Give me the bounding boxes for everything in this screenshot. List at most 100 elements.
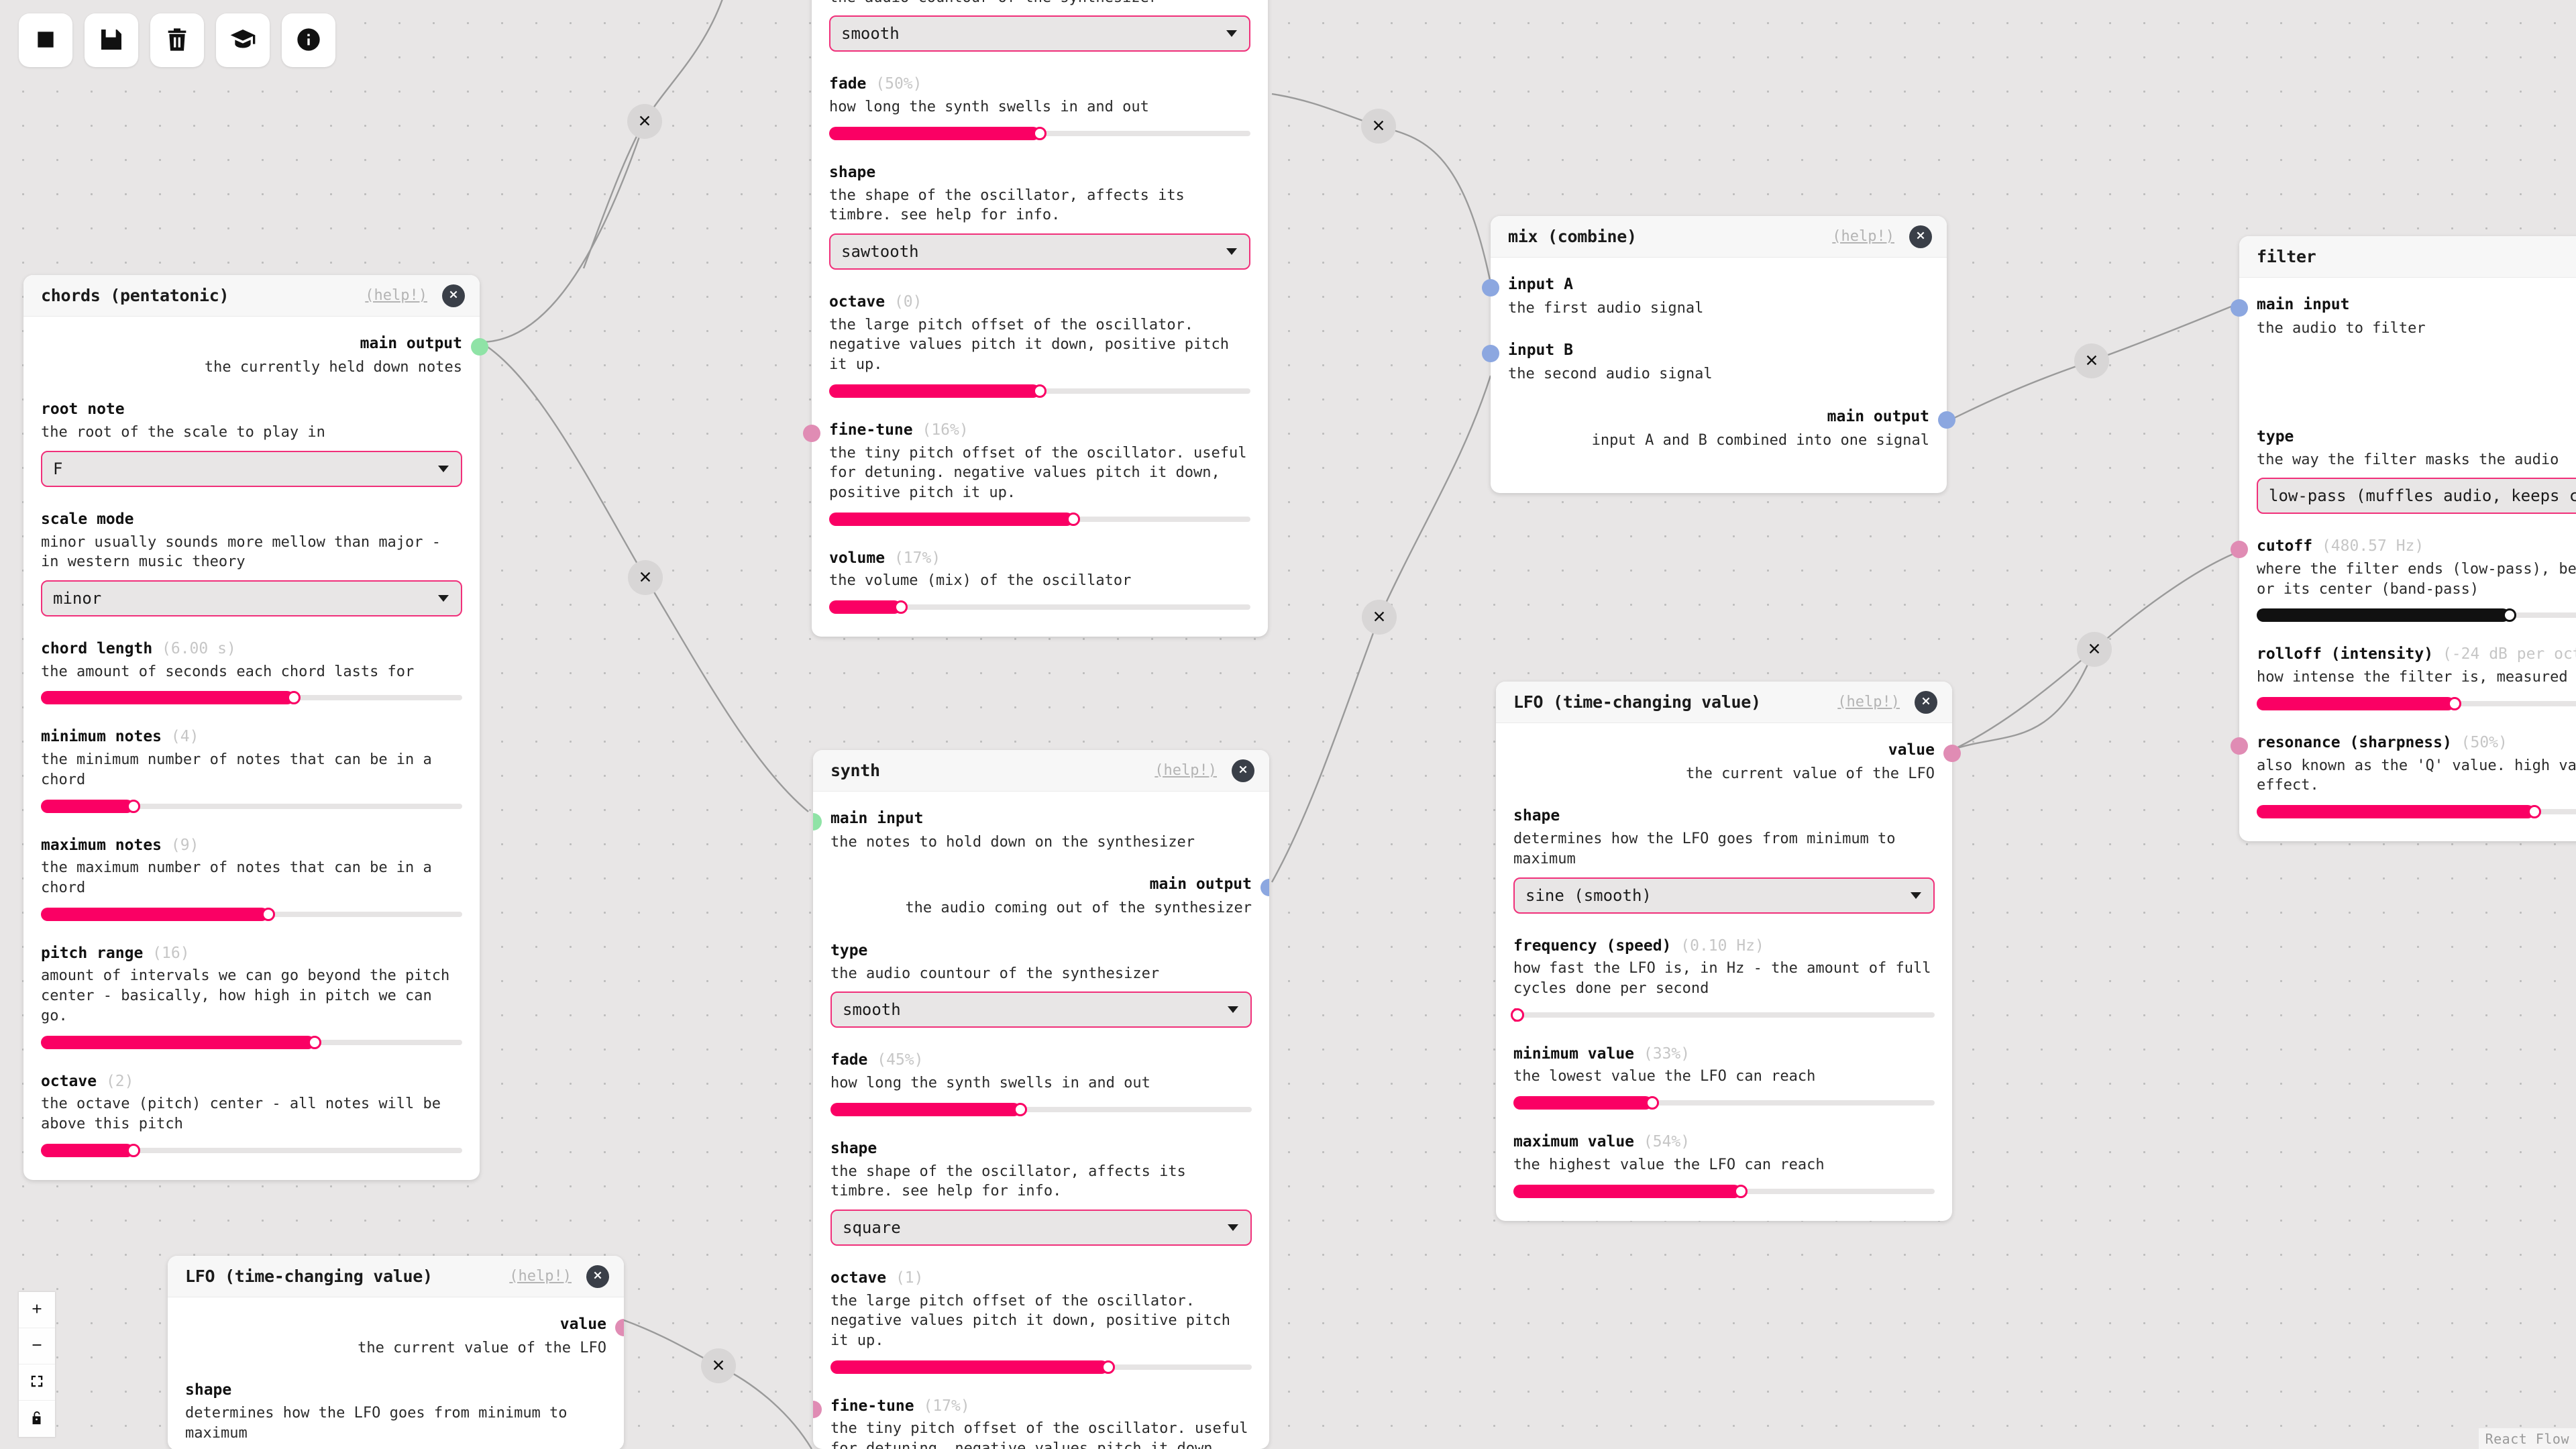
slider-resonance-sharpness[interactable] xyxy=(2257,805,2576,818)
node-header[interactable]: synth (help!) xyxy=(813,750,1269,792)
node-help-link[interactable]: (help!) xyxy=(1155,762,1217,779)
select-type[interactable]: low-pass (muffles audio, keeps c xyxy=(2257,478,2576,515)
node-close-button[interactable] xyxy=(1915,690,1937,714)
select-shape[interactable]: square xyxy=(830,1209,1252,1246)
slider-maximum-notes[interactable] xyxy=(41,907,462,921)
node-help-link[interactable]: (help!) xyxy=(1837,694,1900,710)
param-handle-pink[interactable] xyxy=(803,424,820,442)
slider-knob[interactable] xyxy=(1013,1102,1027,1116)
port-handle-blue[interactable] xyxy=(1482,279,1499,297)
slider-knob[interactable] xyxy=(2502,608,2516,623)
slider-fade[interactable] xyxy=(830,1102,1252,1116)
slider-octave[interactable] xyxy=(41,1143,462,1157)
select-root-note[interactable]: F xyxy=(41,450,462,487)
slider-knob[interactable] xyxy=(1033,384,1046,398)
delete-button[interactable] xyxy=(150,13,204,67)
slider-knob[interactable] xyxy=(2448,696,2462,710)
param-value: (6.00 s) xyxy=(162,640,236,657)
zoom-out-button[interactable] xyxy=(19,1328,55,1364)
slider-knob[interactable] xyxy=(894,600,908,614)
slider-frequency-speed[interactable] xyxy=(1511,1008,1935,1022)
select-type[interactable]: smooth xyxy=(829,15,1250,52)
node-chords[interactable]: chords (pentatonic) (help!) main output the… xyxy=(23,275,488,1180)
param-handle-pink[interactable] xyxy=(813,1400,822,1418)
param-handle-pink[interactable] xyxy=(2231,541,2248,559)
node-close-button[interactable] xyxy=(1909,225,1932,248)
node-lfo-bottom[interactable]: LFO (time-changing value) (help!) value the… xyxy=(168,1256,624,1449)
slider-knob[interactable] xyxy=(262,907,276,921)
port-handle-pink[interactable] xyxy=(615,1319,624,1336)
node-mix[interactable]: mix (combine) (help!) input A the first aud… xyxy=(1482,216,1955,494)
node-header[interactable]: chords (pentatonic) (help!) xyxy=(23,275,480,317)
slider-knob[interactable] xyxy=(286,691,301,705)
edge-delete-button[interactable] xyxy=(628,560,663,595)
stop-button[interactable] xyxy=(19,13,72,67)
node-lfo-right[interactable]: LFO (time-changing value) (help!) value the… xyxy=(1496,682,1961,1221)
slider-pitch-range[interactable] xyxy=(41,1035,462,1049)
edge-delete-button[interactable] xyxy=(2074,343,2109,378)
zoom-in-button[interactable] xyxy=(19,1292,55,1328)
select-scale-mode[interactable]: minor xyxy=(41,580,462,616)
param-handle-pink[interactable] xyxy=(2231,737,2248,755)
info-button[interactable] xyxy=(282,13,335,67)
port-handle-green[interactable] xyxy=(471,338,488,356)
slider-minimum-notes[interactable] xyxy=(41,799,462,813)
port-handle-green[interactable] xyxy=(813,813,822,830)
select-type[interactable]: smooth xyxy=(830,991,1252,1028)
slider-knob[interactable] xyxy=(1067,512,1081,526)
edge-delete-button[interactable] xyxy=(1362,600,1397,635)
attribution[interactable]: React Flow xyxy=(2478,1428,2576,1449)
node-help-link[interactable]: (help!) xyxy=(1832,228,1894,245)
slider-octave[interactable] xyxy=(830,1360,1252,1374)
slider-rolloff-intensity[interactable] xyxy=(2257,696,2576,710)
node-header[interactable]: LFO (time-changing value) (help!) xyxy=(1496,682,1952,723)
port-handle-blue[interactable] xyxy=(1938,411,1955,429)
node-header[interactable]: filter(help!) xyxy=(2239,236,2576,278)
slider-maximum-value[interactable] xyxy=(1513,1184,1935,1198)
slider-knob[interactable] xyxy=(1511,1008,1525,1022)
slider-knob[interactable] xyxy=(1734,1184,1748,1198)
node-help-link[interactable]: (help!) xyxy=(365,287,427,304)
port-handle-blue[interactable] xyxy=(2231,299,2248,317)
node-header[interactable]: mix (combine) (help!) xyxy=(1491,216,1947,258)
slider-knob[interactable] xyxy=(1646,1096,1660,1110)
slider-octave[interactable] xyxy=(829,384,1250,398)
lock-button[interactable] xyxy=(19,1401,55,1437)
port-handle-blue[interactable] xyxy=(1260,879,1269,897)
slider-cutoff[interactable] xyxy=(2257,608,2576,623)
node-synth-top[interactable]: synth(help!)type the audio countour of t… xyxy=(803,0,1268,637)
slider-chord-length[interactable] xyxy=(41,691,462,705)
node-filter[interactable]: filter(help!) main input the audio to filt… xyxy=(2231,236,2576,841)
slider-fine-tune[interactable] xyxy=(829,512,1250,526)
port-handle-blue[interactable] xyxy=(1482,345,1499,363)
node-synth-bottom[interactable]: synth (help!) main input the notes to hold … xyxy=(813,750,1269,1449)
tutorial-button[interactable] xyxy=(216,13,270,67)
slider-knob[interactable] xyxy=(1033,126,1046,140)
select-shape[interactable]: sawtooth xyxy=(829,233,1250,270)
slider-knob[interactable] xyxy=(2528,805,2542,818)
save-button[interactable] xyxy=(85,13,138,67)
port-handle-pink[interactable] xyxy=(1943,745,1961,762)
slider-knob[interactable] xyxy=(1102,1360,1116,1374)
select-shape[interactable]: sine (smooth) xyxy=(1513,877,1935,914)
slider-fade[interactable] xyxy=(829,126,1250,140)
slider-knob[interactable] xyxy=(127,799,141,813)
node-body: main input the audio to filter main output… xyxy=(2231,278,2576,841)
edge-delete-button[interactable] xyxy=(1361,109,1396,144)
node-close-button[interactable] xyxy=(442,284,465,307)
port-description: the current value of the LFO xyxy=(358,1339,606,1356)
slider-volume[interactable] xyxy=(829,600,1250,614)
param-value: (-24 dB per octave) xyxy=(2442,645,2576,663)
slider-minimum-value[interactable] xyxy=(1513,1096,1935,1110)
node-close-button[interactable] xyxy=(586,1265,609,1288)
node-help-link[interactable]: (help!) xyxy=(509,1268,572,1285)
slider-knob[interactable] xyxy=(308,1035,322,1049)
edge-delete-button[interactable] xyxy=(627,104,662,139)
edge-delete-button[interactable] xyxy=(701,1348,736,1383)
param-label: cutoff (480.57 Hz) xyxy=(2257,537,2424,555)
slider-knob[interactable] xyxy=(127,1143,141,1157)
node-header[interactable]: LFO (time-changing value) (help!) xyxy=(168,1256,624,1297)
edge-delete-button[interactable] xyxy=(2077,632,2112,667)
node-close-button[interactable] xyxy=(1232,759,1254,782)
fit-view-button[interactable] xyxy=(19,1364,55,1401)
